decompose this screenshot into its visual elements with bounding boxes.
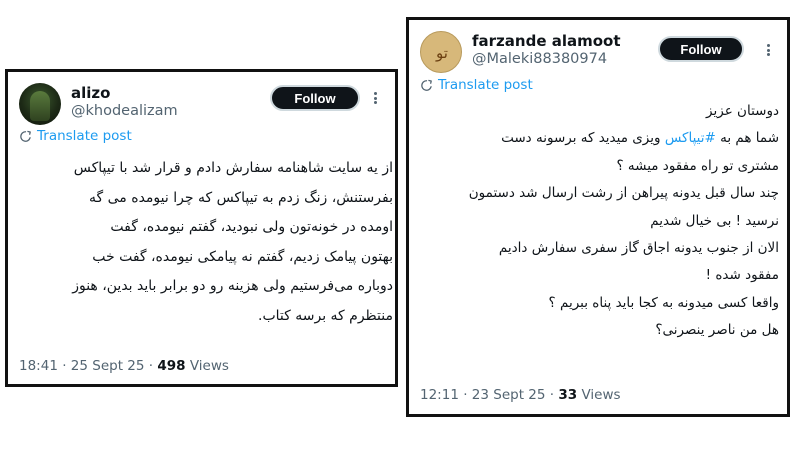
follow-button[interactable]: Follow: [270, 85, 360, 111]
tweet-text-line: الان از جنوب یدونه اجاق گاز سفری سفارش د…: [498, 240, 779, 257]
tweet-text-line: دوباره می‌فرستیم ولی هزینه رو دو برابر ب…: [72, 278, 393, 294]
tweet-meta: 12:11 · 23 Sept 25 · 33 Views: [420, 387, 621, 403]
translate-icon: [421, 79, 432, 91]
text-fragment: ویزی میدید که برسونه دست: [501, 130, 665, 147]
tweet-card-farzande-alamoot[interactable]: ﺗﻮ farzande alamoot @Maleki88380974 Foll…: [406, 17, 790, 417]
more-options-icon[interactable]: [763, 41, 773, 59]
tweet-text-line: منتظرم که برسه کتاب.: [258, 307, 393, 324]
more-options-icon[interactable]: [370, 89, 380, 107]
tweet-text-line: مفقود شده !: [705, 267, 779, 284]
hashtag-link[interactable]: #تیپاکس: [665, 130, 716, 146]
meta-separator: ·: [62, 358, 67, 374]
views-label: Views: [189, 358, 229, 374]
tweet-text-line: چند سال قبل یدونه پیراهن از رشت ارسال شد…: [468, 185, 779, 202]
tweet-text-line: مشتری تو راه مفقود میشه ؟: [616, 157, 779, 174]
views-count: 33: [558, 387, 578, 403]
tweet-text-line: هل من ناصر ینصرنی؟: [655, 322, 779, 339]
translate-post-link[interactable]: Translate post: [420, 77, 533, 93]
tweet-date[interactable]: 25 Sept 25: [71, 358, 145, 374]
user-handle[interactable]: @khodealizam: [71, 103, 178, 119]
meta-separator: ·: [148, 358, 154, 374]
translate-label: Translate post: [438, 77, 533, 93]
translate-icon: [20, 130, 31, 142]
meta-separator: ·: [463, 387, 468, 403]
tweet-date[interactable]: 23 Sept 25: [472, 387, 546, 403]
avatar[interactable]: [19, 83, 61, 125]
tweet-text-line: دوستان عزیز: [706, 103, 779, 119]
views-label: Views: [581, 387, 621, 403]
tweet-text-line: از یه سایت شاهنامه سفارش دادم و قرار شد …: [73, 160, 393, 176]
tweet-text-line: بهتون پیامک زدیم، گفتم نه پیامکی نیومده،…: [92, 248, 393, 265]
tweet-text-line: واقعا کسی میدونه به کجا باید پناه ببریم …: [548, 294, 779, 311]
tweet-card-alizo[interactable]: alizo @khodealizam Follow Translate post…: [5, 69, 398, 387]
text-fragment: شما هم به: [715, 130, 779, 147]
tweet-text-line: نرسید ! بی خیال شدیم: [650, 212, 779, 229]
display-name[interactable]: alizo: [71, 84, 110, 102]
tweet-time[interactable]: 18:41: [19, 358, 58, 374]
avatar-figure: [30, 91, 50, 121]
meta-separator: ·: [549, 387, 555, 403]
tweet-meta: 18:41 · 25 Sept 25 · 498 Views: [19, 358, 229, 374]
translate-label: Translate post: [37, 128, 132, 144]
tweet-text-line: بفرستنش، زنگ زدم به تیپاکس که چرا نیومده…: [89, 189, 393, 206]
tweet-time[interactable]: 12:11: [420, 387, 459, 403]
tweet-text-line: شما هم به #تیپاکس ویزی میدید که برسونه د…: [417, 125, 779, 152]
tweet-text: دوستان عزیز شما هم به #تیپاکس ویزی میدید…: [417, 98, 779, 345]
translate-post-link[interactable]: Translate post: [19, 128, 132, 144]
tweet-text: از یه سایت شاهنامه سفارش دادم و قرار شد …: [16, 154, 393, 331]
display-name[interactable]: farzande alamoot: [472, 32, 621, 50]
avatar[interactable]: ﺗﻮ: [420, 31, 462, 73]
views-count: 498: [157, 358, 186, 374]
user-handle[interactable]: @Maleki88380974: [472, 51, 607, 67]
tweet-text-line: اومده در خونه‌تون ولی نبودید، گفتم نیومد…: [110, 219, 393, 235]
follow-button[interactable]: Follow: [658, 36, 744, 62]
avatar-calligraphy: ﺗﻮ: [436, 44, 449, 62]
